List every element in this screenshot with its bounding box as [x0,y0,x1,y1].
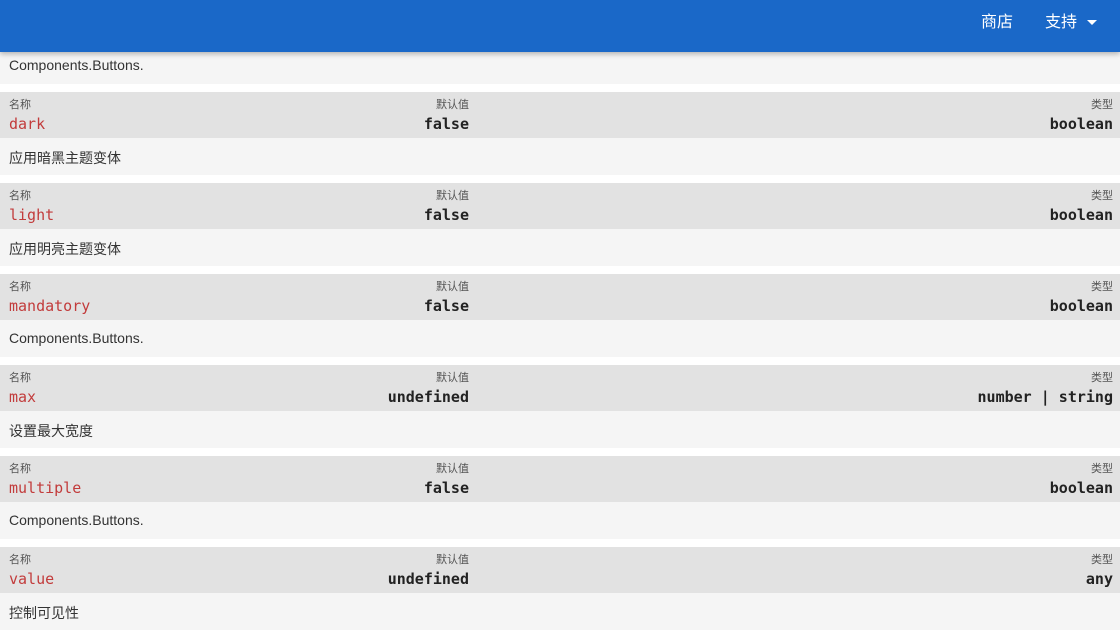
previous-prop-description: Components.Buttons. [0,52,1120,84]
prop-name: value [9,570,55,588]
prop-header: 名称 默认值 类型 max undefined number | string [0,365,1120,411]
prop-type: any [1085,570,1113,588]
prop-header: 名称 默认值 类型 value undefined any [0,547,1120,593]
description-text: Components.Buttons. [9,512,144,528]
prop-name: mandatory [9,297,91,315]
prop-header: 名称 默认值 类型 light false boolean [0,183,1120,229]
name-label: 名称 [9,463,31,475]
top-app-bar: 商店 支持 [0,0,1120,52]
prop-name: max [9,388,37,406]
default-label: 默认值 [436,463,469,475]
type-label: 类型 [1091,554,1113,566]
props-list: Components.Buttons. 名称 默认值 类型 dark false… [0,52,1120,638]
prop-default: undefined [387,570,469,588]
prop-type: boolean [1049,297,1113,315]
default-label: 默认值 [436,190,469,202]
prop-type: number | string [977,388,1113,406]
type-label: 类型 [1091,281,1113,293]
prop-row-dark: 名称 默认值 类型 dark false boolean 应用暗黑主题变体 [0,92,1120,183]
prop-name: light [9,206,55,224]
prop-default: false [423,115,469,133]
prop-description: Components.Buttons. [0,502,1120,539]
prop-name: dark [9,115,46,133]
default-label: 默认值 [436,372,469,384]
store-link[interactable]: 商店 [981,0,1013,46]
prop-type: boolean [1049,206,1113,224]
prop-default: false [423,297,469,315]
name-label: 名称 [9,554,31,566]
prop-description: 应用暗黑主题变体 [0,138,1120,175]
description-text: 应用暗黑主题变体 [9,150,121,166]
prop-row-mandatory: 名称 默认值 类型 mandatory false boolean Compon… [0,274,1120,365]
default-label: 默认值 [436,554,469,566]
default-label: 默认值 [436,281,469,293]
support-menu-button[interactable]: 支持 [1045,0,1077,46]
type-label: 类型 [1091,463,1113,475]
type-label: 类型 [1091,99,1113,111]
prop-description: 控制可见性 [0,593,1120,630]
chevron-down-icon[interactable] [1087,20,1097,25]
type-label: 类型 [1091,372,1113,384]
description-text: 设置最大宽度 [9,423,93,439]
name-label: 名称 [9,99,31,111]
name-label: 名称 [9,190,31,202]
default-label: 默认值 [436,99,469,111]
prop-default: false [423,206,469,224]
prop-description: 设置最大宽度 [0,411,1120,448]
description-text: 应用明亮主题变体 [9,241,121,257]
description-text: Components.Buttons. [9,57,144,73]
description-text: 控制可见性 [9,605,79,621]
prop-header: 名称 默认值 类型 multiple false boolean [0,456,1120,502]
prop-header: 名称 默认值 类型 mandatory false boolean [0,274,1120,320]
description-text: Components.Buttons. [9,330,144,346]
prop-type: boolean [1049,479,1113,497]
prop-type: boolean [1049,115,1113,133]
prop-description: Components.Buttons. [0,320,1120,357]
prop-description: 应用明亮主题变体 [0,229,1120,266]
prop-header: 名称 默认值 类型 dark false boolean [0,92,1120,138]
prop-row-value: 名称 默认值 类型 value undefined any 控制可见性 [0,547,1120,638]
prop-default: false [423,479,469,497]
type-label: 类型 [1091,190,1113,202]
name-label: 名称 [9,281,31,293]
prop-name: multiple [9,479,82,497]
prop-default: undefined [387,388,469,406]
name-label: 名称 [9,372,31,384]
prop-row-multiple: 名称 默认值 类型 multiple false boolean Compone… [0,456,1120,547]
prop-row-max: 名称 默认值 类型 max undefined number | string … [0,365,1120,456]
prop-row-light: 名称 默认值 类型 light false boolean 应用明亮主题变体 [0,183,1120,274]
